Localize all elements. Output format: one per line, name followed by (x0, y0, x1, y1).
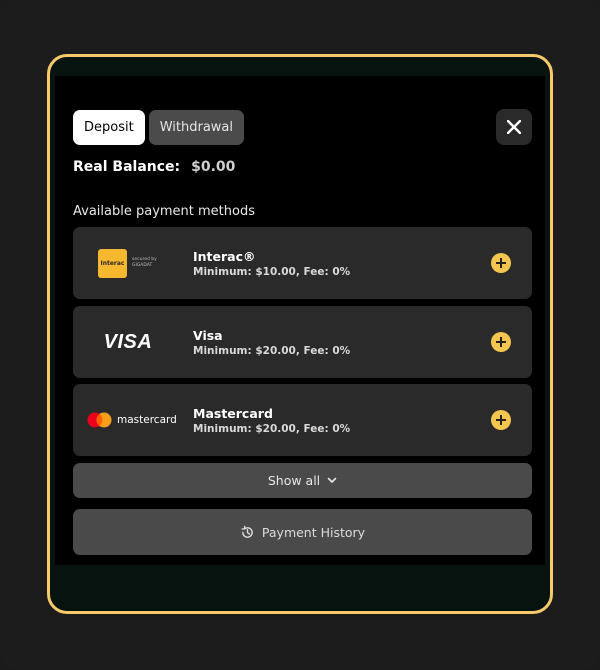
visa-logo-text: VISA (103, 330, 153, 353)
plus-icon[interactable] (491, 253, 511, 273)
interac-logo-text: Interac (100, 259, 125, 267)
plus-icon[interactable] (491, 332, 511, 352)
close-icon (507, 120, 521, 134)
method-name: Visa (193, 328, 223, 343)
method-limits: Minimum: $20.00, Fee: 0% (193, 345, 351, 357)
payment-history-label: Payment History (261, 524, 366, 540)
method-limits: Minimum: $10.00, Fee: 0% (193, 266, 351, 278)
balance-value: $0.00 (191, 159, 236, 175)
balance-row: Real Balance: $0.00 (73, 159, 235, 175)
tab-deposit[interactable]: Deposit (73, 110, 145, 145)
method-name: Mastercard (193, 406, 273, 421)
chevron-down-icon (327, 477, 337, 483)
payment-method-visa[interactable]: VISA Visa Minimum: $20.00, Fee: 0% (73, 306, 532, 378)
method-limits: Minimum: $20.00, Fee: 0% (193, 423, 351, 435)
method-name: Interac® (193, 249, 256, 264)
visa-logo: VISA (73, 306, 183, 378)
plus-icon[interactable] (491, 410, 511, 430)
mastercard-circles-icon (87, 412, 112, 428)
show-all-button[interactable]: Show all (73, 463, 532, 498)
modal-body: Deposit Withdrawal Real Balance: $0.00 A… (55, 76, 545, 565)
tab-bar: Deposit Withdrawal (73, 110, 244, 145)
history-icon (241, 525, 253, 538)
mastercard-logo-text: mastercard (117, 414, 177, 426)
interac-logo: Interac secured by GIGADAT (73, 227, 183, 299)
interac-mark: Interac (98, 248, 127, 278)
payment-history-button[interactable]: Payment History (73, 509, 532, 555)
payment-method-interac[interactable]: Interac secured by GIGADAT Interac® Mini… (73, 227, 532, 299)
secured-by-text: secured by GIGADAT (132, 257, 157, 268)
close-button[interactable] (496, 109, 532, 145)
payment-methods-title: Available payment methods (73, 204, 255, 219)
balance-label: Real Balance: (73, 159, 181, 175)
deposit-modal: Deposit Withdrawal Real Balance: $0.00 A… (47, 54, 553, 614)
show-all-label: Show all (267, 473, 321, 488)
payment-method-mastercard[interactable]: mastercard Mastercard Minimum: $20.00, F… (73, 384, 532, 456)
tab-withdrawal[interactable]: Withdrawal (148, 110, 244, 145)
mastercard-logo: mastercard (73, 384, 183, 456)
